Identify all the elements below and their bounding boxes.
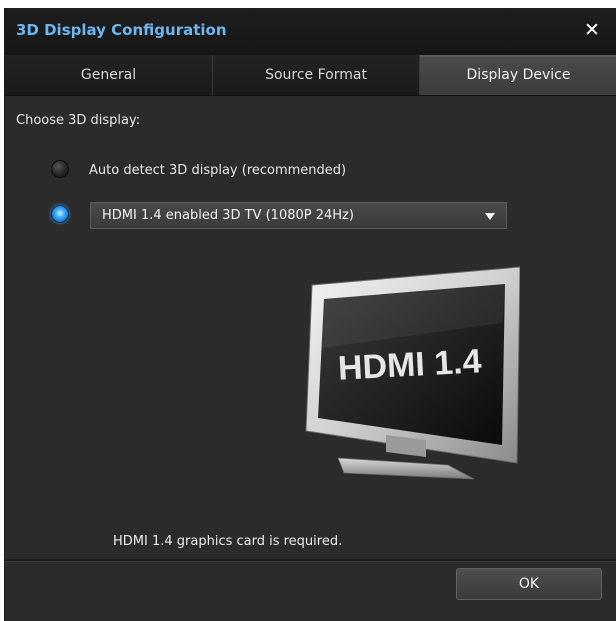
- choose-display-label: Choose 3D display:: [16, 113, 141, 128]
- requirement-note: HDMI 1.4 graphics card is required.: [113, 534, 343, 549]
- close-icon[interactable]: ✕: [581, 19, 603, 41]
- tab-bar: General Source Format Display Device: [5, 55, 616, 96]
- manual-display-radio[interactable]: [51, 205, 69, 223]
- title-bar: 3D Display Configuration ✕: [5, 8, 616, 55]
- tv-screen-text: HDMI 1.4: [337, 342, 482, 387]
- auto-detect-label[interactable]: Auto detect 3D display (recommended): [89, 163, 346, 178]
- tab-general[interactable]: General: [5, 55, 213, 95]
- chevron-down-icon: [485, 213, 495, 220]
- tab-display-device[interactable]: Display Device: [420, 55, 616, 95]
- dialog-title: 3D Display Configuration: [16, 21, 227, 39]
- tab-source-format[interactable]: Source Format: [213, 55, 420, 95]
- display-device-select[interactable]: HDMI 1.4 enabled 3D TV (1080P 24Hz): [90, 202, 507, 229]
- ok-button[interactable]: OK: [456, 568, 602, 600]
- display-device-value: HDMI 1.4 enabled 3D TV (1080P 24Hz): [102, 208, 354, 223]
- auto-detect-radio[interactable]: [51, 160, 69, 178]
- tv-monitor-icon: HDMI 1.4: [305, 266, 520, 480]
- footer-divider: [4, 559, 616, 562]
